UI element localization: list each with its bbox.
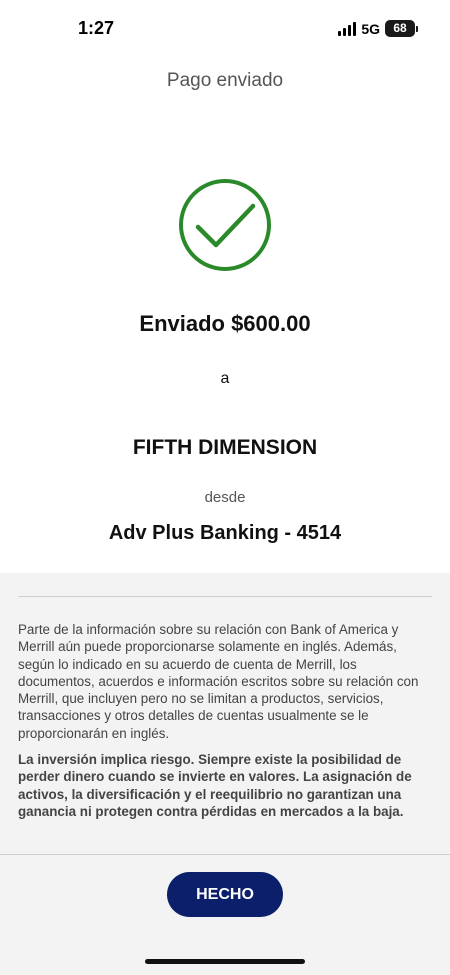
status-indicators: 5G 68 bbox=[338, 20, 418, 37]
home-indicator[interactable] bbox=[145, 959, 305, 964]
divider bbox=[0, 854, 450, 855]
disclosure-section: Parte de la información sobre su relació… bbox=[0, 573, 450, 975]
battery-tip bbox=[416, 25, 418, 32]
recipient-name: FIFTH DIMENSION bbox=[132, 436, 318, 459]
page-title: Pago enviado bbox=[166, 70, 284, 91]
battery-icon: 68 bbox=[385, 20, 415, 37]
done-button[interactable]: HECHO bbox=[167, 872, 283, 917]
investment-risk-disclosure: La inversión implica riesgo. Siempre exi… bbox=[18, 752, 412, 819]
network-type: 5G bbox=[361, 20, 380, 37]
signal-bars-icon bbox=[338, 21, 357, 36]
sent-amount: Enviado $600.00 bbox=[139, 311, 311, 336]
status-time: 1:27 bbox=[78, 18, 115, 38]
checkmark-circle-icon bbox=[178, 178, 272, 272]
status-bar: 1:27 5G 68 bbox=[0, 0, 450, 60]
source-account: Adv Plus Banking - 4514 bbox=[108, 522, 342, 544]
language-disclosure: Parte de la información sobre su relació… bbox=[18, 622, 419, 741]
to-label: a bbox=[220, 370, 230, 387]
divider bbox=[18, 596, 432, 597]
from-label: desde bbox=[204, 489, 246, 506]
